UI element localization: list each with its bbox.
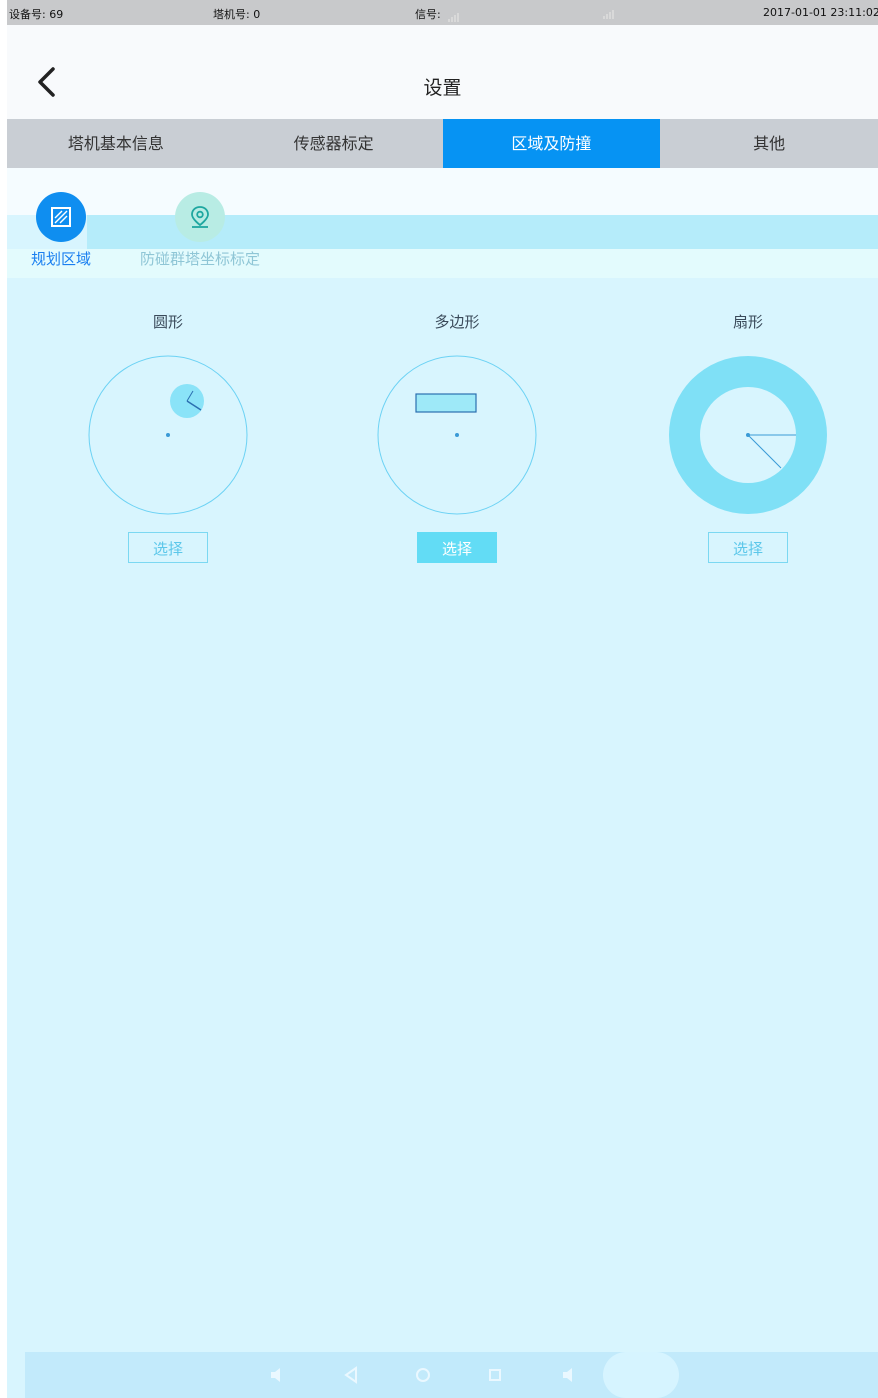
floating-assist-button[interactable] xyxy=(603,1352,679,1398)
page-title: 设置 xyxy=(423,77,462,99)
polygon-shape-icon xyxy=(377,355,537,515)
datetime-label: 2017-01-01 23:11:02 xyxy=(763,6,878,19)
tab-bar: 塔机基本信息 传感器标定 区域及防撞 其他 xyxy=(7,119,878,168)
screen: 设备号: 69 塔机号: 0 信号: 2017-01-01 23:11:02 设… xyxy=(7,0,878,1398)
signal-bars-icon xyxy=(603,6,615,19)
shape-option-circle: 圆形 选择 xyxy=(83,310,253,563)
status-bar: 设备号: 69 塔机号: 0 信号: 2017-01-01 23:11:02 xyxy=(7,0,878,25)
select-sector-button[interactable]: 选择 xyxy=(708,532,788,563)
location-pin-icon xyxy=(175,192,225,242)
shape-option-polygon: 多边形 选择 xyxy=(372,310,542,563)
tab-zone-anticollision[interactable]: 区域及防撞 xyxy=(442,119,661,168)
shape-title: 多边形 xyxy=(434,313,480,331)
signal-bars-icon xyxy=(448,9,460,22)
signal-label: 信号: xyxy=(415,8,441,21)
subnav-label: 规划区域 xyxy=(31,250,92,268)
signal-indicator: 信号: xyxy=(415,6,460,22)
subnav-item-tower-coordinates[interactable]: 防碰群塔坐标标定 xyxy=(140,192,260,269)
volume-down-icon[interactable] xyxy=(265,1363,289,1387)
tab-other[interactable]: 其他 xyxy=(660,119,878,168)
home-circle-icon[interactable] xyxy=(411,1363,435,1387)
system-navigation-bar xyxy=(7,1352,878,1398)
subnav-label: 防碰群塔坐标标定 xyxy=(140,250,261,268)
back-triangle-icon[interactable] xyxy=(339,1363,363,1387)
device-number-label: 设备号: 69 xyxy=(9,8,64,21)
shape-title: 圆形 xyxy=(152,313,183,331)
header: 设置 xyxy=(7,25,878,119)
select-polygon-button[interactable]: 选择 xyxy=(417,532,497,563)
volume-up-icon[interactable] xyxy=(557,1363,581,1387)
shape-title: 扇形 xyxy=(732,313,763,331)
sub-navigation: 规划区域 防碰群塔坐标标定 xyxy=(7,168,878,278)
circle-shape-icon xyxy=(88,355,248,515)
zone-shape-selector: 圆形 选择 多边形 选择 扇形 选择 xyxy=(7,310,878,580)
select-circle-button[interactable]: 选择 xyxy=(128,532,208,563)
region-grid-icon xyxy=(36,192,86,242)
shape-option-sector: 扇形 选择 xyxy=(663,310,833,563)
tab-sensor-calibration[interactable]: 传感器标定 xyxy=(225,119,443,168)
recent-apps-icon[interactable] xyxy=(483,1363,507,1387)
subnav-item-planning-zone[interactable]: 规划区域 xyxy=(31,192,91,269)
sector-shape-icon xyxy=(669,356,827,514)
crane-number-label: 塔机号: 0 xyxy=(213,8,261,21)
tab-crane-basic-info[interactable]: 塔机基本信息 xyxy=(7,119,225,168)
